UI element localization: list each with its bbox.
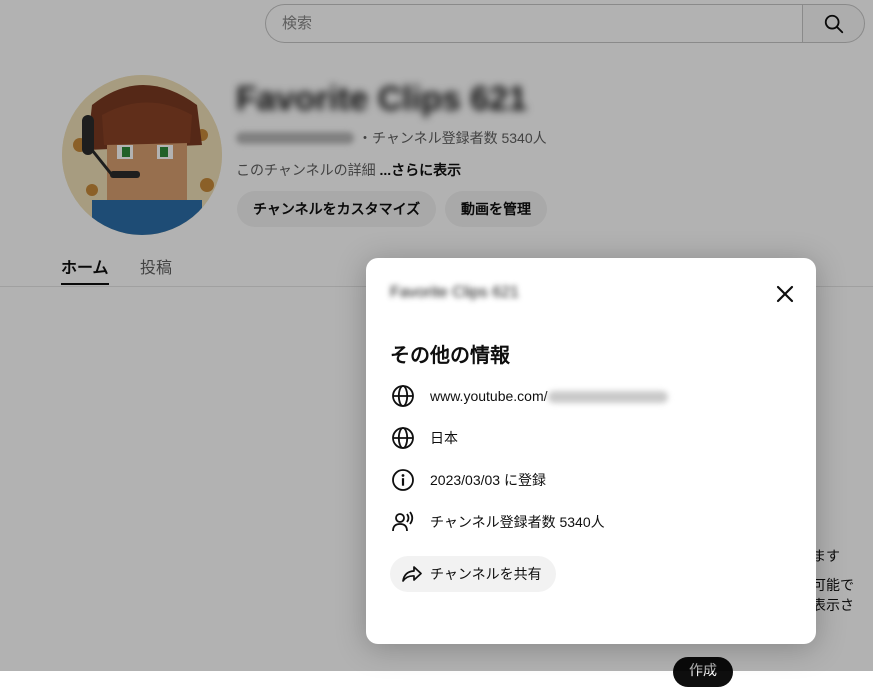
section-heading: その他の情報 [390,345,510,367]
info-row-url: www.youtube.com/ [390,383,668,409]
dialog-title: Favorite Clips 621 [390,284,519,301]
share-channel-label: チャンネルを共有 [430,566,542,582]
info-row-subscribers: チャンネル登録者数 5340人 [390,509,605,535]
globe-icon [390,383,416,409]
share-channel-button[interactable]: チャンネルを共有 [390,556,556,592]
subscribers-icon [390,509,416,535]
share-icon [402,566,422,582]
info-row-joined: 2023/03/03 に登録 [390,467,546,493]
info-icon [390,467,416,493]
country-text: 日本 [430,430,458,446]
channel-url[interactable]: www.youtube.com/ [430,388,668,404]
joined-date: 2023/03/03 に登録 [430,472,546,488]
globe-icon [390,425,416,451]
subscriber-count-detail: チャンネル登録者数 5340人 [430,514,605,530]
info-row-country: 日本 [390,425,458,451]
about-dialog: Favorite Clips 621 その他の情報 www.youtube.co… [366,258,816,644]
close-icon [776,285,794,303]
channel-url-text: www.youtube.com/ [430,388,548,404]
close-button[interactable] [769,278,801,310]
channel-url-redacted [547,391,668,404]
